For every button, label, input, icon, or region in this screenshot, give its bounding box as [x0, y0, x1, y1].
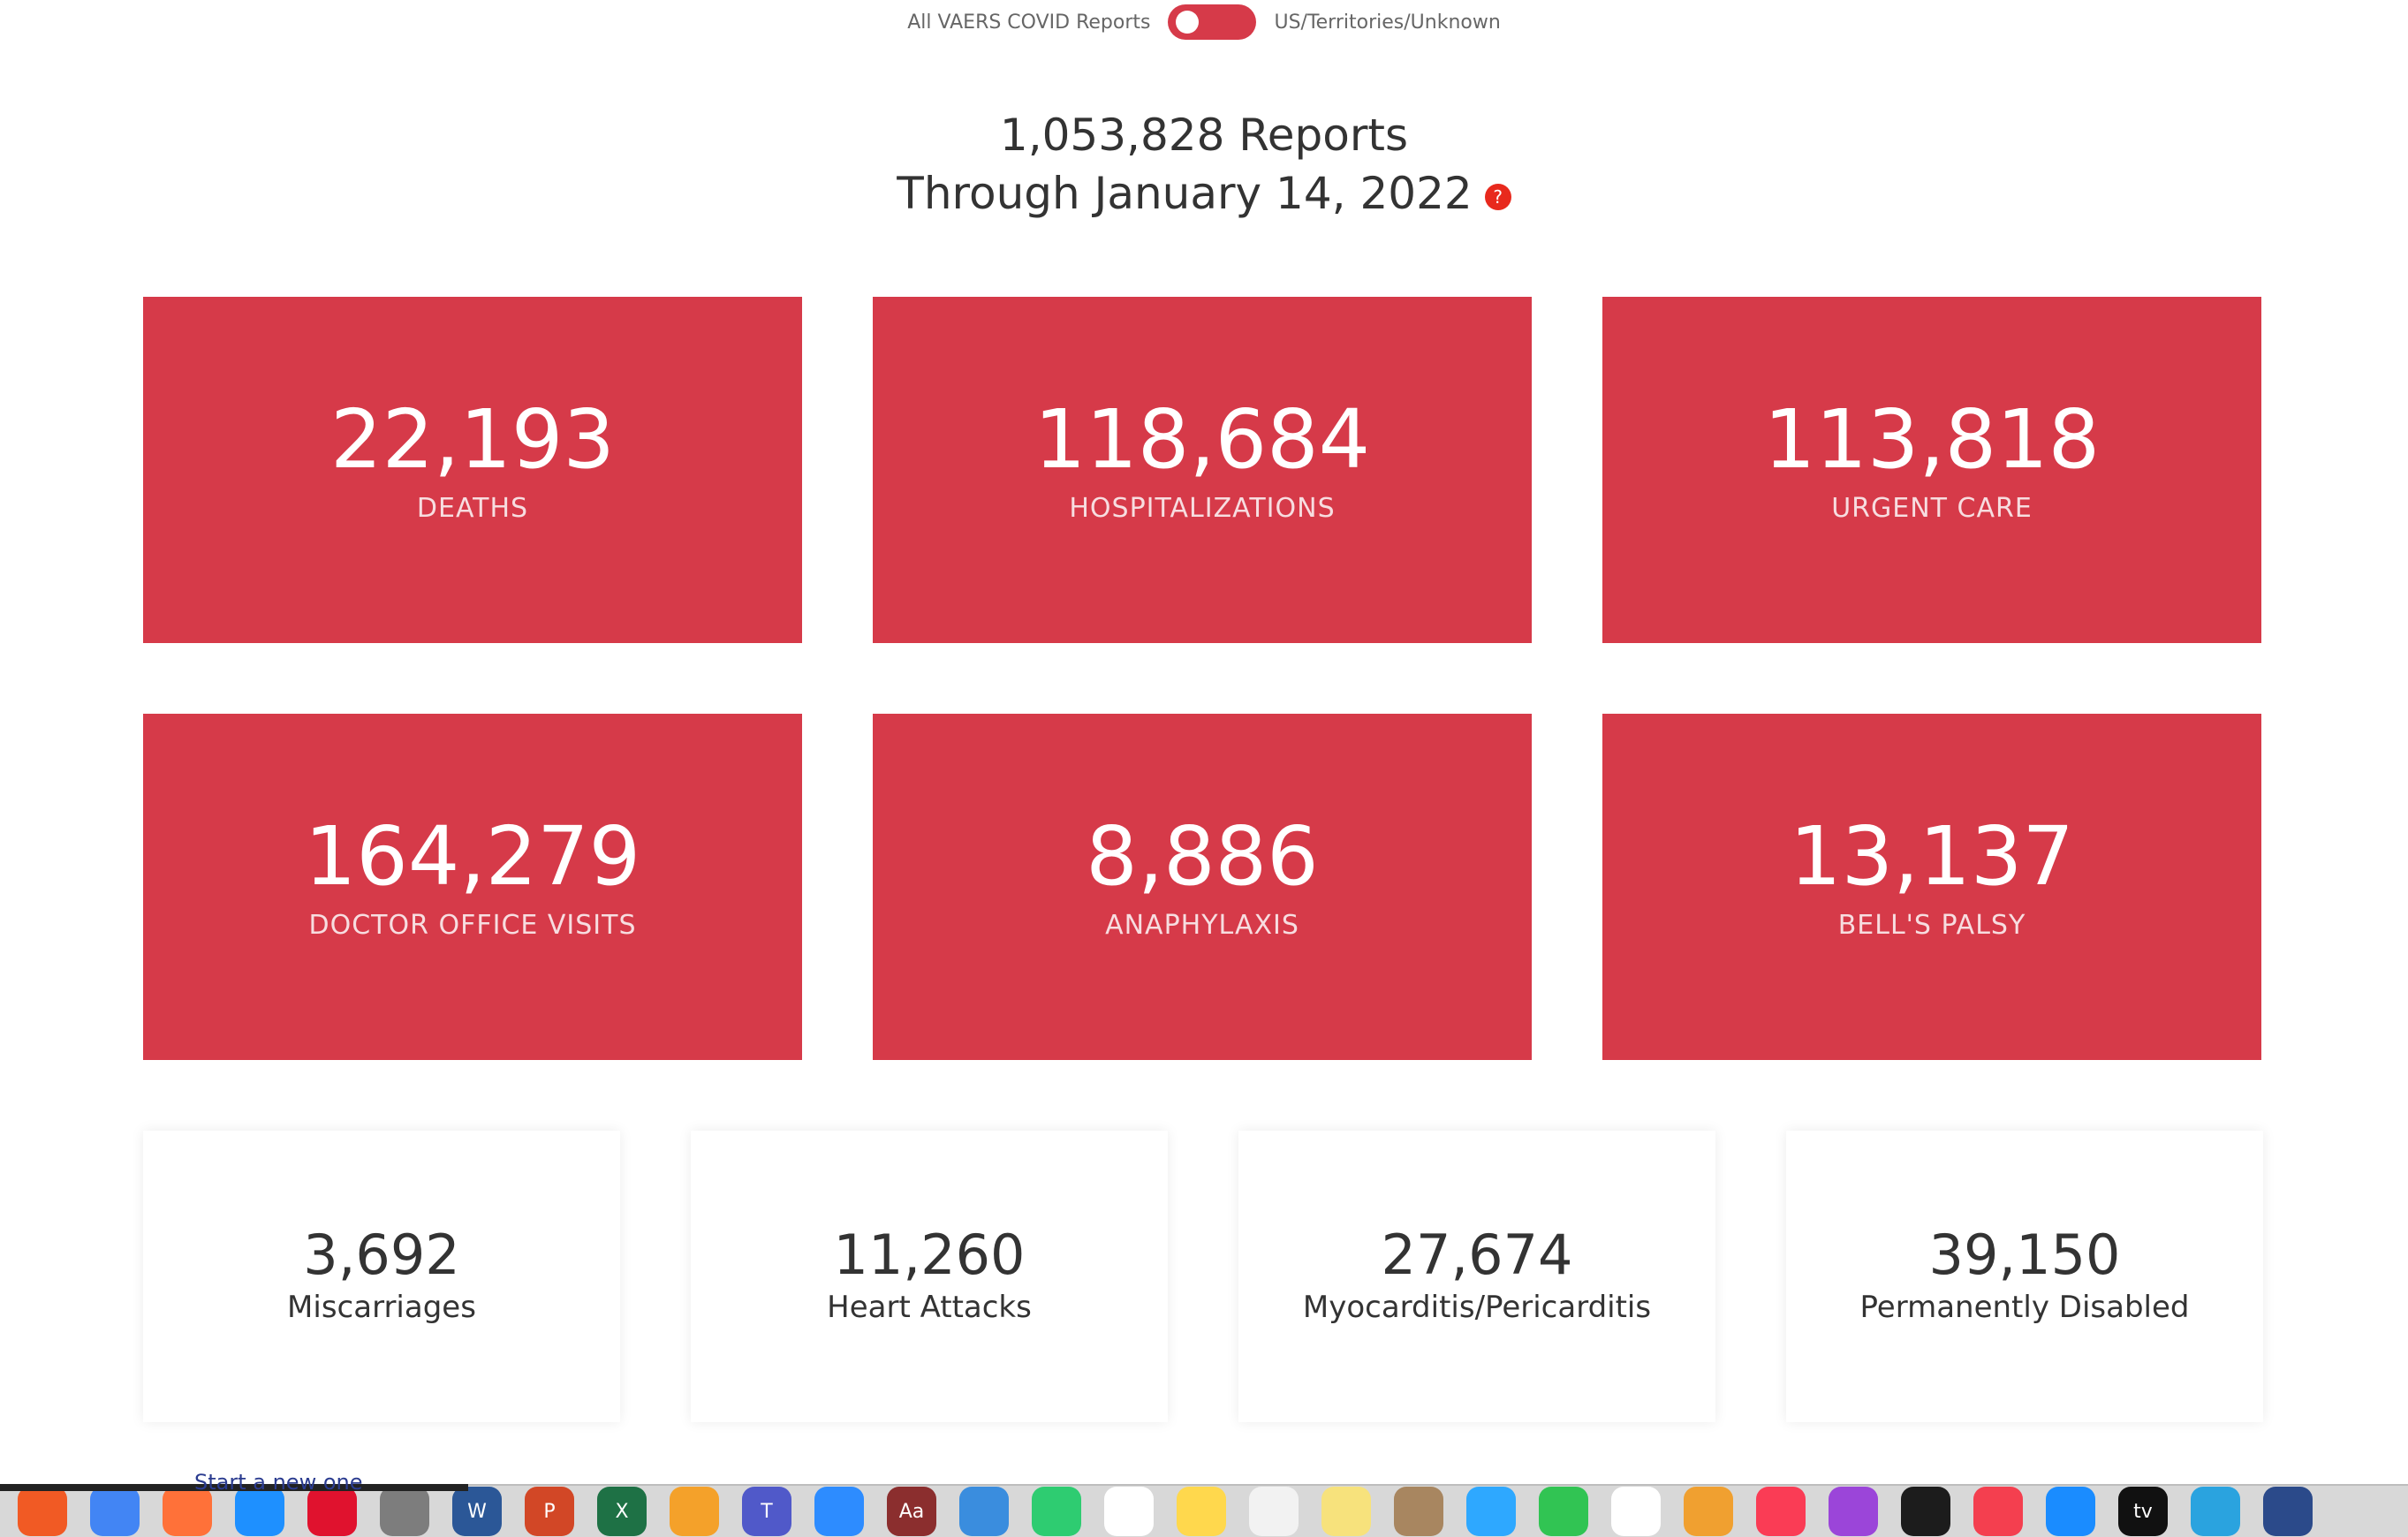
telegram-icon[interactable] [2191, 1487, 2240, 1536]
report-scope-switch[interactable] [1168, 4, 1257, 40]
podcasts-icon[interactable] [1829, 1487, 1878, 1536]
stat-value: 8,886 [1086, 809, 1319, 904]
stat-value: 11,260 [833, 1223, 1026, 1287]
messages-icon[interactable] [1466, 1487, 1516, 1536]
stat-label: DEATHS [416, 493, 529, 524]
contacts-icon[interactable] [1394, 1487, 1443, 1536]
stat-value: 27,674 [1381, 1223, 1573, 1287]
stat-value: 3,692 [303, 1223, 460, 1287]
powerpoint-icon[interactable]: P [525, 1487, 574, 1536]
photos-icon[interactable] [1684, 1487, 1733, 1536]
toggle-right-label: US/Territories/Unknown [1274, 11, 1501, 34]
reminders-icon[interactable] [1104, 1487, 1154, 1536]
stat-value: 113,818 [1763, 392, 2101, 487]
stat-card-myocarditis: 27,674 Myocarditis/Pericarditis [1238, 1131, 1715, 1422]
switch-knob [1176, 11, 1200, 34]
help-icon[interactable]: ? [1484, 183, 1511, 210]
news-icon[interactable] [1973, 1487, 2023, 1536]
word-icon[interactable]: W [452, 1487, 502, 1536]
stat-card-miscarriages: 3,692 Miscarriages [143, 1131, 620, 1422]
facetime-icon[interactable] [1539, 1487, 1588, 1536]
through-date: Through January 14, 2022 [897, 168, 1473, 219]
stat-value: 13,137 [1790, 809, 2074, 904]
stat-label: DOCTOR OFFICE VISITS [308, 910, 637, 941]
stat-label: Heart Attacks [827, 1290, 1032, 1325]
stat-card-urgent-care: 113,818 URGENT CARE [1602, 297, 2261, 643]
brave-icon[interactable] [18, 1487, 67, 1536]
calendar-icon[interactable] [1611, 1487, 1661, 1536]
pages-icon[interactable] [670, 1487, 719, 1536]
stat-value: 164,279 [304, 809, 641, 904]
apple-tv-icon[interactable]: tv [2118, 1487, 2168, 1536]
dock-partial-text: Start a new one [194, 1470, 363, 1495]
stat-card-deaths: 22,193 DEATHS [143, 297, 802, 643]
stat-card-bells-palsy: 13,137 BELL'S PALSY [1602, 714, 2261, 1060]
app-store-icon[interactable] [2046, 1487, 2095, 1536]
stat-label: Myocarditis/Pericarditis [1302, 1290, 1652, 1325]
dictionary-icon[interactable]: Aa [887, 1487, 936, 1536]
system-preferences-icon[interactable] [380, 1487, 429, 1536]
report-summary-header: 1,053,828 Reports Through January 14, 20… [0, 106, 2408, 223]
reports-count: 1,053,828 Reports [999, 110, 1409, 161]
stat-value: 22,193 [330, 392, 615, 487]
stat-label: BELL'S PALSY [1837, 910, 2026, 941]
report-scope-toggle-row: All VAERS COVID Reports US/Territories/U… [0, 0, 2408, 44]
stat-label: Miscarriages [287, 1290, 476, 1325]
quicktime-icon[interactable] [2263, 1487, 2313, 1536]
textedit-icon[interactable] [1249, 1487, 1299, 1536]
teams-icon[interactable]: T [742, 1487, 791, 1536]
stat-value: 39,150 [1928, 1223, 2121, 1287]
stickies-icon[interactable] [1321, 1487, 1371, 1536]
excel-icon[interactable]: X [597, 1487, 647, 1536]
stat-card-hospitalizations: 118,684 HOSPITALIZATIONS [873, 297, 1532, 643]
stat-card-permanently-disabled: 39,150 Permanently Disabled [1786, 1131, 2263, 1422]
stat-label: URGENT CARE [1831, 493, 2033, 524]
keynote-icon[interactable] [959, 1487, 1009, 1536]
stat-value: 118,684 [1034, 392, 1371, 487]
stocks-icon[interactable] [1901, 1487, 1950, 1536]
zoom-icon[interactable] [814, 1487, 864, 1536]
stat-card-anaphylaxis: 8,886 ANAPHYLAXIS [873, 714, 1532, 1060]
through-date-line: Through January 14, 2022? [0, 164, 2408, 223]
stat-card-heart-attacks: 11,260 Heart Attacks [691, 1131, 1168, 1422]
stat-label: HOSPITALIZATIONS [1069, 493, 1336, 524]
stat-label: Permanently Disabled [1859, 1290, 2190, 1325]
numbers-icon[interactable] [1032, 1487, 1081, 1536]
toggle-left-label: All VAERS COVID Reports [907, 11, 1151, 34]
chrome-icon[interactable] [90, 1487, 140, 1536]
music-icon[interactable] [1756, 1487, 1806, 1536]
stat-label: ANAPHYLAXIS [1105, 910, 1299, 941]
notes-icon[interactable] [1177, 1487, 1226, 1536]
stat-card-doctor-office-visits: 164,279 DOCTOR OFFICE VISITS [143, 714, 802, 1060]
